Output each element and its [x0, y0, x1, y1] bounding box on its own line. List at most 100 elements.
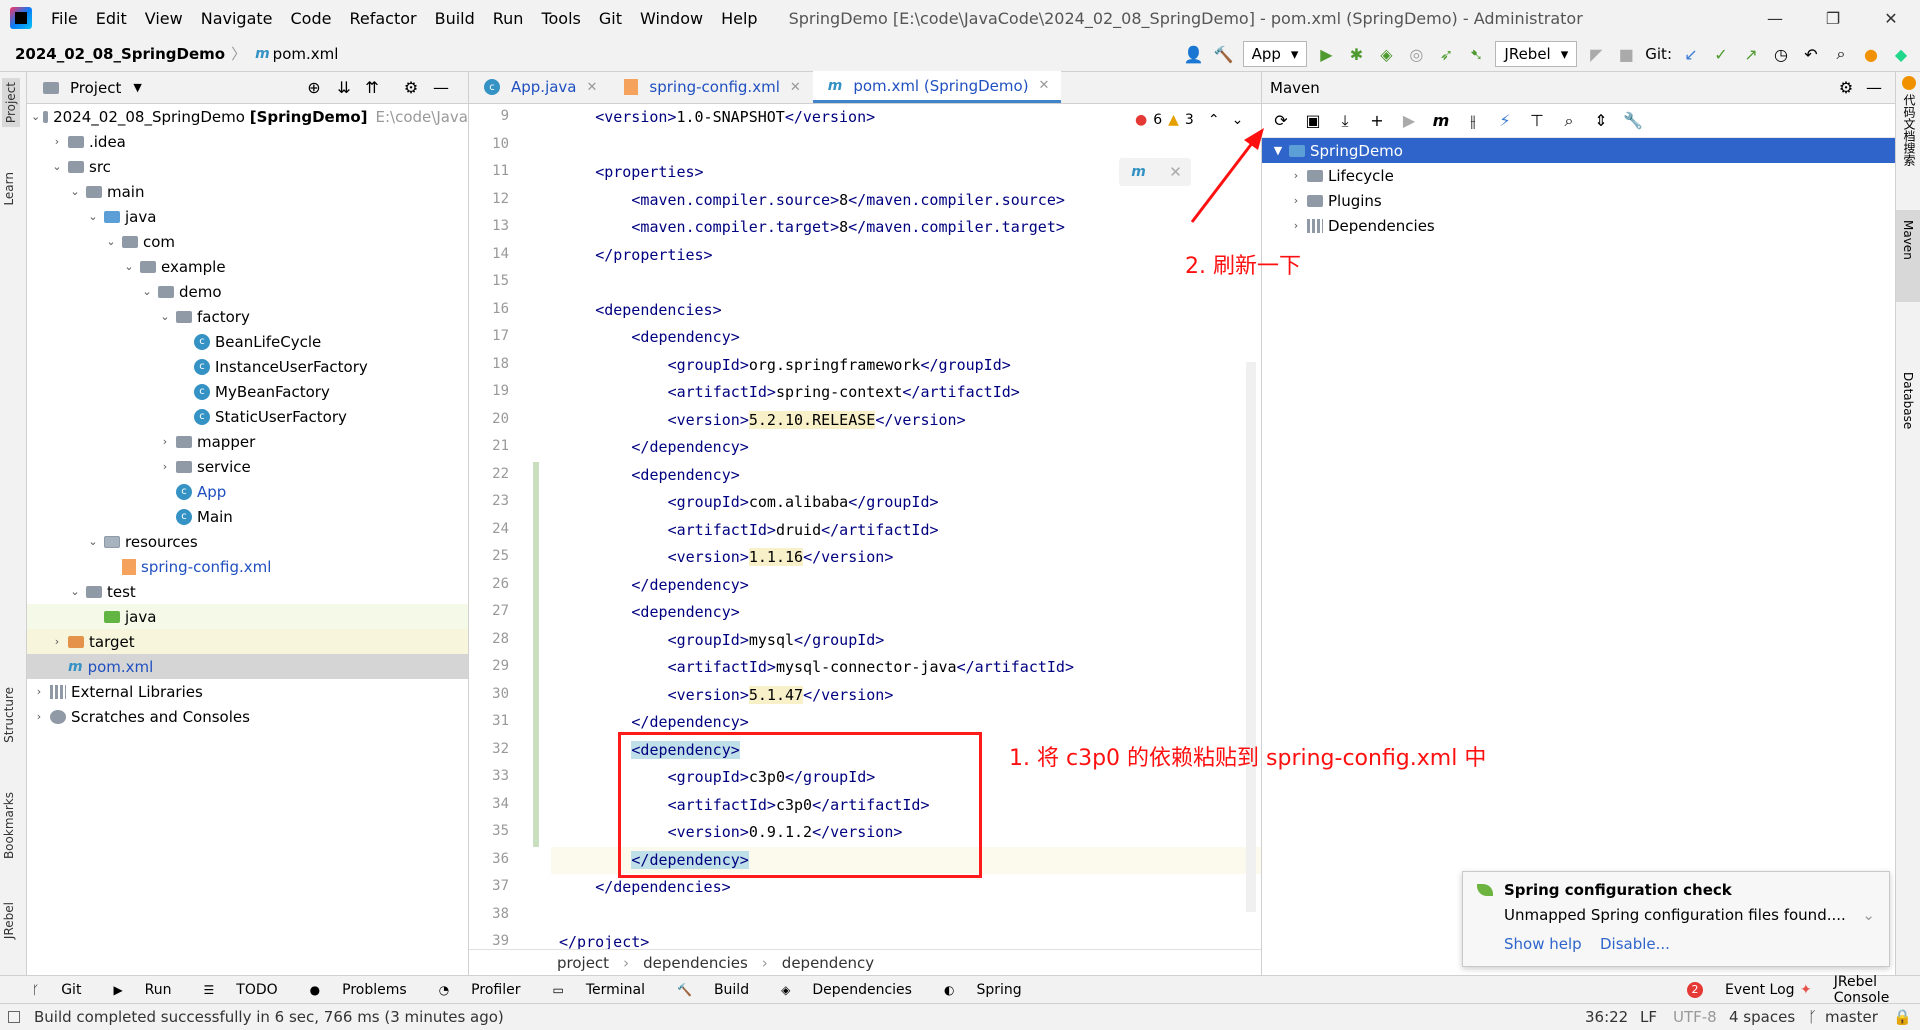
chevron-down-icon[interactable]: ⌄: [103, 235, 119, 248]
menu-edit[interactable]: Edit: [87, 9, 136, 28]
tree-item[interactable]: m pom.xml: [27, 654, 468, 679]
chevron-right-icon[interactable]: ›: [157, 460, 173, 473]
maven-root-item[interactable]: ▼ SpringDemo: [1262, 138, 1895, 163]
tool-tab-dependencies[interactable]: ◈ Dependencies: [765, 982, 912, 998]
menu-navigate[interactable]: Navigate: [192, 9, 282, 28]
jrebel-select[interactable]: JRebel ▾: [1495, 41, 1578, 67]
tree-item[interactable]: ⌄ factory: [27, 304, 468, 329]
chevron-down-icon[interactable]: ⌄: [85, 210, 101, 223]
run-icon[interactable]: ▶: [1398, 110, 1420, 132]
tool-tab-structure[interactable]: Structure: [2, 687, 16, 743]
tree-item[interactable]: ⌄ example: [27, 254, 468, 279]
editor-scrollbar[interactable]: [1246, 362, 1256, 912]
tool-tab-database[interactable]: Database: [1901, 372, 1915, 429]
git-commit-icon[interactable]: ✓: [1710, 43, 1732, 65]
breadcrumb-file[interactable]: pom.xml: [273, 45, 339, 63]
tool-tab-build[interactable]: 🔨 Build: [661, 982, 749, 998]
lock-icon[interactable]: 🔒: [1893, 1008, 1912, 1026]
tree-item[interactable]: ⌄ main: [27, 179, 468, 204]
tool-tab-todo[interactable]: ☰ TODO: [188, 982, 278, 998]
toolbox-icon[interactable]: ◆: [1890, 43, 1912, 65]
maven-tree-item[interactable]: › Plugins: [1262, 188, 1895, 213]
tree-item[interactable]: ⌄ 2024_02_08_SpringDemo [SpringDemo] E:\co…: [27, 104, 468, 129]
close-icon[interactable]: ✕: [1039, 78, 1050, 93]
show-help-link[interactable]: Show help: [1504, 935, 1582, 953]
tree-item[interactable]: ⌄ com: [27, 229, 468, 254]
generate-sources-icon[interactable]: ▣: [1302, 110, 1324, 132]
toggle-offline-icon[interactable]: ⫲: [1462, 110, 1484, 132]
maven-tree-item[interactable]: › Lifecycle: [1262, 163, 1895, 188]
tool-tab-git[interactable]: ᚴ Git: [16, 982, 81, 998]
run-icon[interactable]: ▶: [1315, 43, 1337, 65]
wrench-icon[interactable]: 🔧: [1622, 110, 1644, 132]
chevron-right-icon[interactable]: ›: [157, 435, 173, 448]
chevron-right-icon[interactable]: ›: [31, 710, 47, 723]
disable-link[interactable]: Disable...: [1600, 935, 1670, 953]
chevron-down-icon[interactable]: ▼: [133, 81, 141, 94]
menu-run[interactable]: Run: [484, 9, 533, 28]
tree-item[interactable]: c Main: [27, 504, 468, 529]
tree-item[interactable]: ⌄ src: [27, 154, 468, 179]
jrebel-debug-icon[interactable]: ➷: [1465, 43, 1487, 65]
chevron-right-icon[interactable]: ›: [1288, 194, 1304, 207]
menu-help[interactable]: Help: [712, 9, 766, 28]
chevron-down-icon[interactable]: ⌄: [1862, 906, 1875, 924]
tree-item[interactable]: › service: [27, 454, 468, 479]
tree-item[interactable]: c BeanLifeCycle: [27, 329, 468, 354]
tree-item[interactable]: c InstanceUserFactory: [27, 354, 468, 379]
jrebel-console-tab[interactable]: ✦ JRebel Console: [1784, 974, 1920, 1006]
menu-file[interactable]: File: [42, 9, 87, 28]
search-icon[interactable]: ⌕: [1558, 110, 1580, 132]
breadcrumb-item[interactable]: dependencies: [643, 954, 748, 972]
tool-tab-spring[interactable]: ◐ Spring: [928, 982, 1022, 998]
reload-all-maven-projects-icon[interactable]: ⟳: [1270, 110, 1292, 132]
git-update-icon[interactable]: ↙: [1680, 43, 1702, 65]
file-encoding[interactable]: UTF-8: [1673, 1008, 1717, 1026]
editor-tab[interactable]: spring-config.xml ✕: [609, 71, 812, 103]
project-panel-title[interactable]: Project: [70, 79, 121, 97]
execute-goal-icon[interactable]: m: [1430, 110, 1452, 132]
line-separator[interactable]: LF: [1640, 1008, 1657, 1026]
indent-setting[interactable]: 4 spaces: [1729, 1008, 1795, 1026]
chevron-right-icon[interactable]: ›: [1288, 169, 1304, 182]
tool-tab-bookmarks[interactable]: Bookmarks: [2, 792, 16, 859]
jrebel-run-icon[interactable]: ➶: [1435, 43, 1457, 65]
git-branch[interactable]: master: [1825, 1008, 1878, 1026]
tool-tab-problems[interactable]: ● Problems: [294, 982, 407, 998]
tool-tab-learn[interactable]: Learn: [2, 172, 16, 206]
tool-tab-maven[interactable]: Maven: [1901, 220, 1915, 260]
chevron-right-icon[interactable]: ›: [49, 635, 65, 648]
tree-item[interactable]: ⌄ test: [27, 579, 468, 604]
profile-icon[interactable]: ◎: [1405, 43, 1427, 65]
menu-code[interactable]: Code: [282, 9, 341, 28]
coverage-icon[interactable]: ◈: [1375, 43, 1397, 65]
rollback-icon[interactable]: ↶: [1800, 43, 1822, 65]
breadcrumb-project[interactable]: 2024_02_08_SpringDemo: [15, 45, 225, 63]
chevron-down-icon[interactable]: ⌄: [139, 285, 155, 298]
menu-tools[interactable]: Tools: [532, 9, 589, 28]
chevron-right-icon[interactable]: ›: [49, 135, 65, 148]
close-icon[interactable]: ✕: [790, 80, 801, 95]
tree-item[interactable]: › Scratches and Consoles: [27, 704, 468, 729]
maven-tree-item[interactable]: › Dependencies: [1262, 213, 1895, 238]
collapse-all-icon[interactable]: ⇈: [361, 77, 383, 99]
hide-panel-icon[interactable]: —: [1863, 77, 1885, 99]
chevron-right-icon[interactable]: ›: [31, 685, 47, 698]
chevron-down-icon[interactable]: ⌄: [157, 310, 173, 323]
editor-tab[interactable]: m pom.xml (SpringDemo) ✕: [812, 71, 1062, 103]
tree-item[interactable]: ⌄ resources: [27, 529, 468, 554]
menu-git[interactable]: Git: [590, 9, 631, 28]
tree-item[interactable]: ⌄ demo: [27, 279, 468, 304]
tool-tab-project[interactable]: Project: [2, 78, 20, 128]
show-dependencies-icon[interactable]: ⊤: [1526, 110, 1548, 132]
tree-item[interactable]: c StaticUserFactory: [27, 404, 468, 429]
menu-window[interactable]: Window: [631, 9, 712, 28]
tree-item[interactable]: java: [27, 604, 468, 629]
tree-item[interactable]: ⌄ java: [27, 204, 468, 229]
chevron-down-icon[interactable]: ⌄: [49, 160, 65, 173]
chevron-down-icon[interactable]: ⌄: [85, 535, 101, 548]
caret-position[interactable]: 36:22: [1585, 1008, 1628, 1026]
breadcrumb-item[interactable]: dependency: [782, 954, 874, 972]
skip-tests-icon[interactable]: ⚡: [1494, 110, 1516, 132]
editor-tab[interactable]: c App.java ✕: [469, 71, 609, 103]
